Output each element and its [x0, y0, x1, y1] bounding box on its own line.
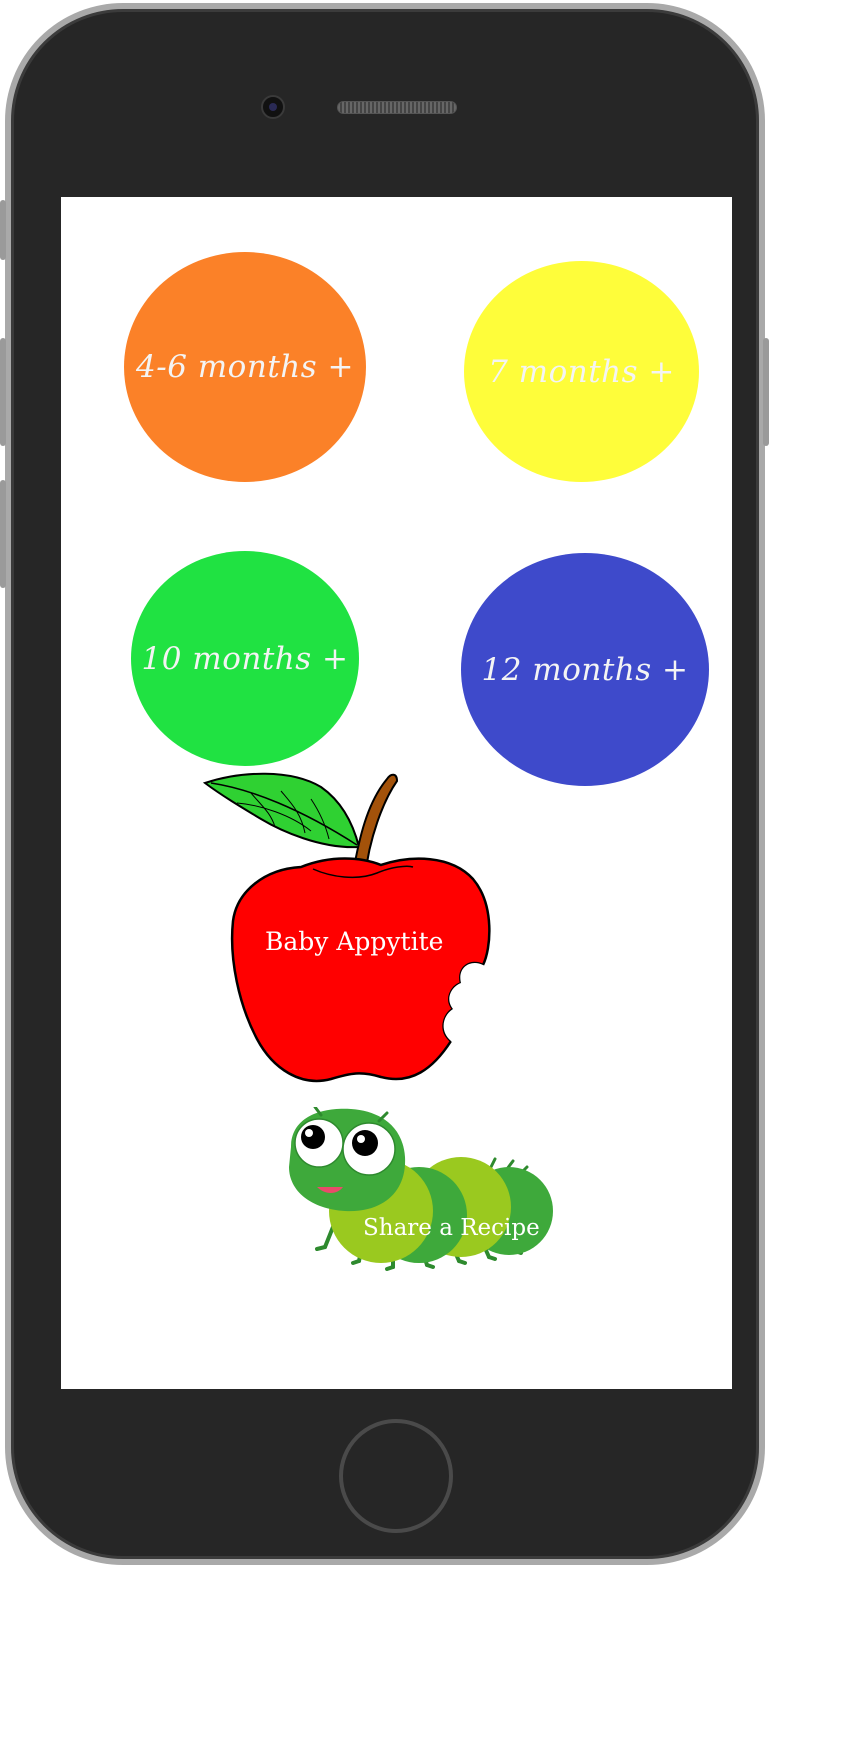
- share-recipe-label: Share a Recipe: [363, 1215, 540, 1241]
- caterpillar-icon: [289, 1105, 553, 1271]
- age-button-label: 4-6 months +: [136, 349, 354, 385]
- age-button-7-months[interactable]: 7 months +: [464, 261, 699, 482]
- app-title: Baby Appytite: [265, 927, 444, 956]
- camera-icon: [261, 95, 285, 119]
- age-button-12-months[interactable]: 12 months +: [461, 553, 709, 786]
- home-button[interactable]: [339, 1419, 453, 1533]
- volume-down-button[interactable]: [0, 480, 6, 588]
- age-button-label: 10 months +: [141, 640, 349, 677]
- age-button-label: 7 months +: [488, 353, 675, 390]
- mute-switch[interactable]: [0, 200, 6, 260]
- app-logo-apple[interactable]: Baby Appytite: [201, 769, 501, 1099]
- power-button[interactable]: [763, 338, 769, 446]
- app-screen: 4-6 months + 7 months + 10 months + 12 m…: [61, 197, 732, 1389]
- share-recipe-button[interactable]: Share a Recipe: [281, 1105, 561, 1277]
- age-button-10-months[interactable]: 10 months +: [131, 551, 359, 766]
- volume-up-button[interactable]: [0, 338, 6, 446]
- phone-frame: 4-6 months + 7 months + 10 months + 12 m…: [5, 3, 765, 1565]
- age-button-label: 12 months +: [481, 651, 689, 688]
- age-button-4-6-months[interactable]: 4-6 months +: [124, 252, 366, 482]
- speaker-grille: [337, 101, 457, 114]
